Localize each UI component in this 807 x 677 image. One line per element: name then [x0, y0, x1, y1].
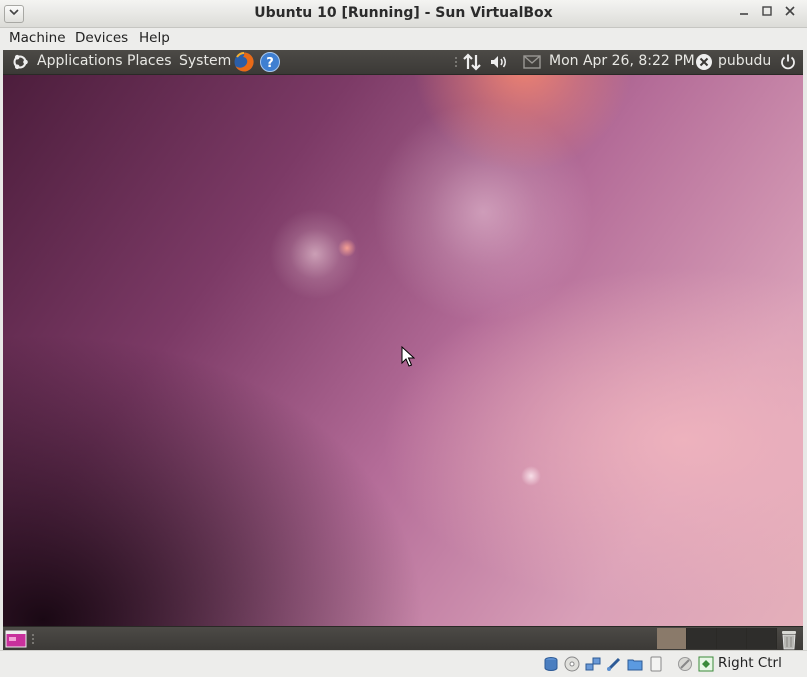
host-key-label: Right Ctrl — [718, 655, 782, 671]
firefox-icon[interactable] — [233, 51, 255, 73]
panel-username[interactable]: pubudu — [718, 53, 771, 69]
panel-clock[interactable]: Mon Apr 26, 8:22 PM — [549, 53, 695, 69]
usb-icon[interactable] — [606, 656, 622, 672]
svg-text:?: ? — [266, 56, 274, 71]
mouse-integration-icon[interactable] — [677, 656, 693, 672]
window-title: Ubuntu 10 [Running] - Sun VirtualBox — [254, 5, 553, 21]
mail-icon[interactable] — [523, 55, 541, 69]
guest-screen[interactable]: Applications Places System ? Mon Apr 26,… — [3, 50, 803, 650]
menu-devices[interactable]: Devices — [75, 30, 128, 46]
network-updown-icon[interactable] — [462, 53, 482, 71]
panel-handle-icon — [455, 57, 457, 67]
workspace-3[interactable] — [717, 628, 747, 649]
window-titlebar: Ubuntu 10 [Running] - Sun VirtualBox — [0, 0, 807, 28]
shared-folders-icon[interactable] — [627, 656, 643, 672]
workspace-2[interactable] — [687, 628, 717, 649]
panel-handle-icon — [32, 634, 34, 644]
maximize-button[interactable] — [758, 5, 776, 21]
power-icon[interactable] — [779, 53, 797, 71]
mouse-cursor-icon — [401, 346, 415, 367]
minimize-button[interactable] — [735, 5, 753, 21]
optical-disk-icon[interactable] — [564, 656, 580, 672]
vbox-statusbar: Right Ctrl — [0, 650, 807, 677]
workspace-1[interactable] — [657, 628, 687, 649]
ubuntu-logo-icon[interactable] — [10, 52, 30, 72]
close-icon — [785, 6, 795, 16]
hard-disk-icon[interactable] — [543, 656, 559, 672]
menu-help[interactable]: Help — [139, 30, 170, 46]
bottom-panel — [3, 626, 803, 650]
host-key-icon[interactable] — [698, 656, 714, 672]
top-panel: Applications Places System ? Mon Apr 26,… — [3, 50, 803, 75]
trash-icon[interactable] — [779, 628, 799, 650]
minimize-icon — [740, 13, 748, 15]
user-status-icon[interactable] — [695, 53, 713, 71]
menu-places[interactable]: Places — [127, 53, 172, 69]
workspace-4[interactable] — [747, 628, 777, 649]
display-icon[interactable] — [648, 656, 664, 672]
network-adapter-icon[interactable] — [585, 656, 601, 672]
maximize-icon — [762, 6, 772, 16]
help-icon[interactable]: ? — [259, 51, 281, 73]
vbox-menubar: Machine Devices Help — [0, 28, 807, 50]
menu-system[interactable]: System — [179, 53, 231, 69]
close-button[interactable] — [781, 5, 799, 21]
menu-applications[interactable]: Applications — [37, 53, 123, 69]
volume-icon[interactable] — [489, 54, 509, 70]
menu-machine[interactable]: Machine — [9, 30, 66, 46]
show-desktop-icon[interactable] — [5, 629, 27, 649]
